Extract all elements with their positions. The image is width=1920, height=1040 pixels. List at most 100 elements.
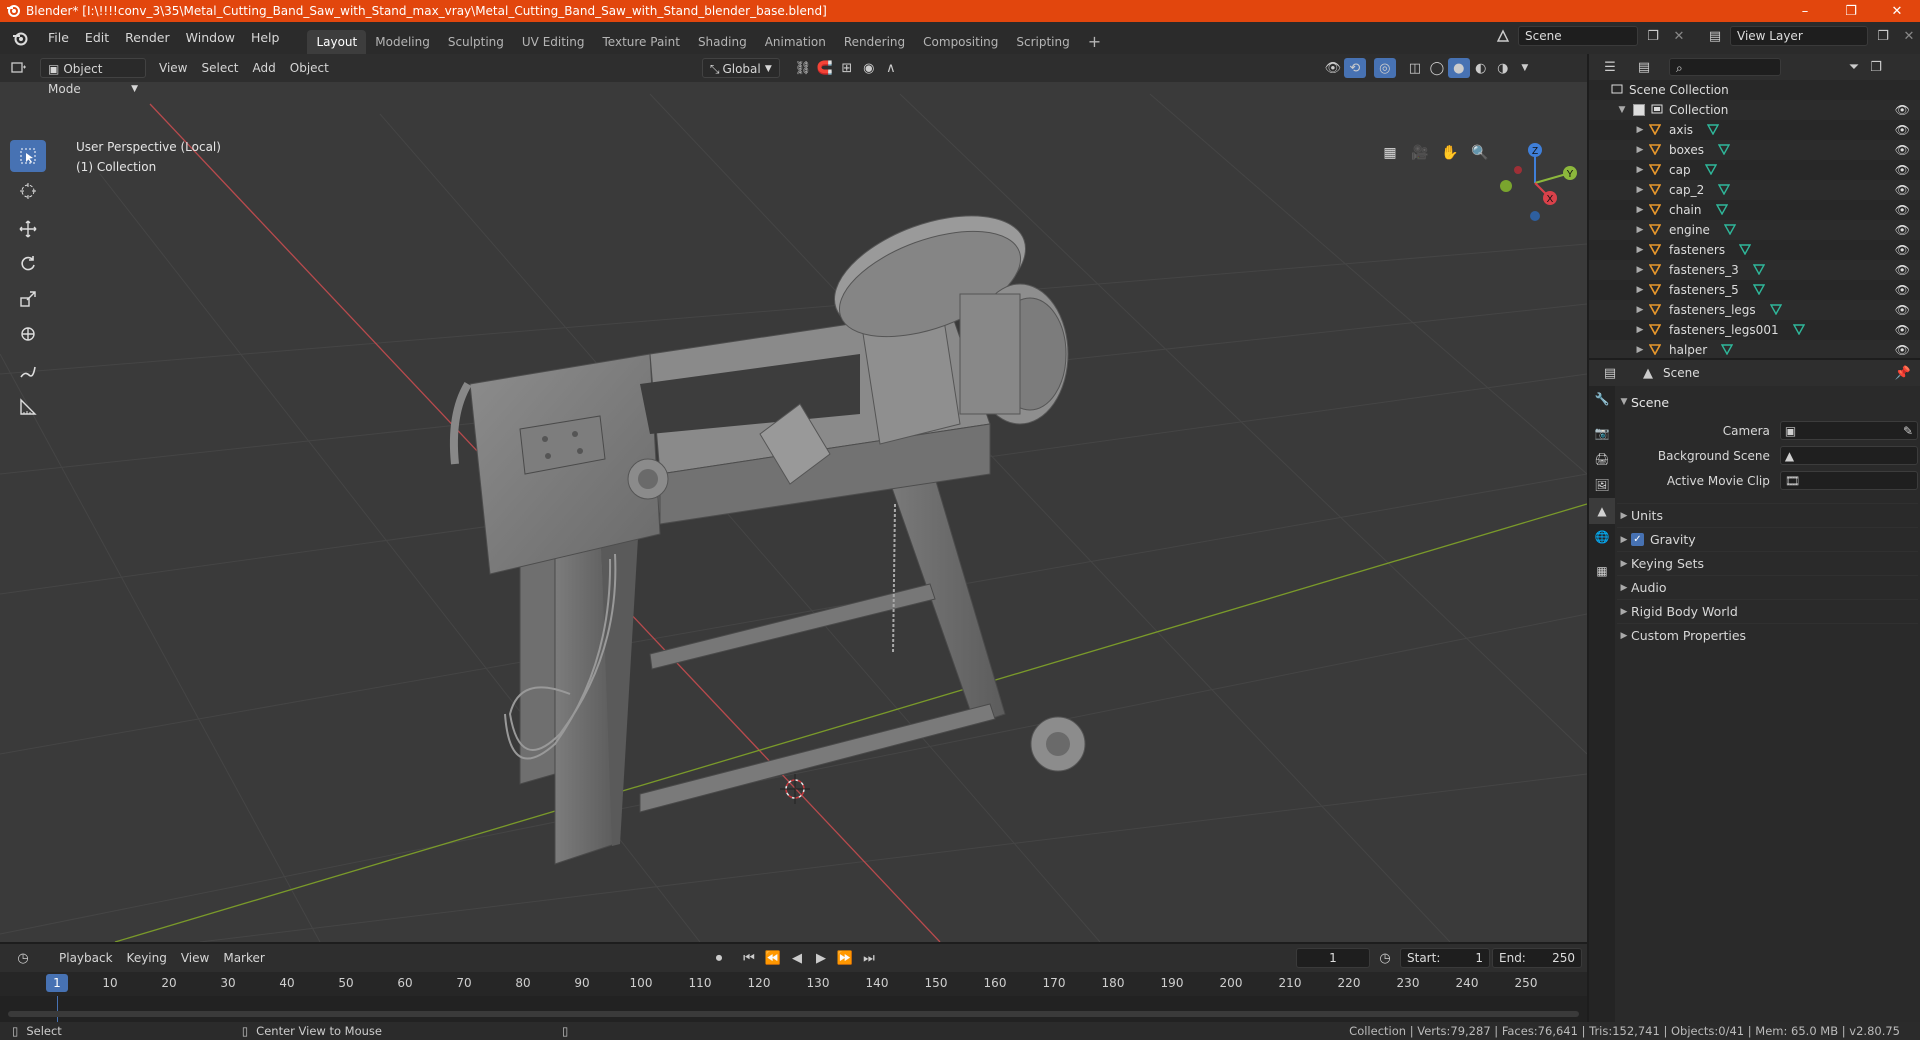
eye-icon[interactable]: 👁 [1895,103,1910,117]
object-mode-dropdown[interactable]: ▣ Object Mode ▼ [40,58,146,96]
gizmo-toggle-icon[interactable]: ⟲ [1343,58,1366,78]
frame-ruler[interactable]: 1 10 20 30 40 50 60 70 80 90 100 110 120… [0,972,1587,996]
scene-selector[interactable]: Scene [1518,26,1638,46]
outliner-object-row[interactable]: ▶ boxes 👁 [1589,140,1920,160]
mesh-data-icon[interactable] [1738,243,1752,258]
wireframe-shading-icon[interactable]: ◯ [1426,58,1448,78]
cursor-tool[interactable] [10,175,46,207]
current-frame-field[interactable]: 1 [1296,948,1370,968]
expand-icon[interactable]: ▶ [1633,205,1647,215]
tab-compositing[interactable]: Compositing [914,30,1007,54]
select-box-tool[interactable] [10,140,46,172]
annotate-tool[interactable] [10,356,46,388]
expand-icon[interactable]: ▶ [1633,125,1647,135]
mesh-data-icon[interactable] [1715,203,1728,218]
delete-scene-icon[interactable]: ✕ [1668,26,1690,46]
outliner-scene-collection[interactable]: Scene Collection [1589,80,1920,100]
expand-icon[interactable]: ▶ [1633,285,1647,295]
new-view-layer-icon[interactable]: ❐ [1872,26,1894,46]
viewport-menu-object[interactable]: Object [283,58,336,78]
view-layer-icon[interactable]: ▤ [1704,26,1726,46]
pin-icon[interactable]: 📌 [1892,363,1914,383]
play-icon[interactable]: ▶ [810,948,832,968]
3d-viewport[interactable]: ▣ Object Mode ▼ View Select Add Object ⤡ Gl… [0,54,1587,942]
tab-texture-paint[interactable]: Texture Paint [594,30,689,54]
texture-tab-icon[interactable]: ▦ [1589,558,1615,584]
viewport-menu-add[interactable]: Add [246,58,283,78]
pivot-point-icon[interactable]: ⛓ [792,58,814,78]
audio-panel[interactable]: ▶ Audio [1617,575,1918,599]
eye-icon[interactable]: 👁 [1895,203,1910,217]
expand-icon[interactable]: ▶ [1633,245,1647,255]
outliner-object-row[interactable]: ▶ fasteners_3 👁 [1589,260,1920,280]
move-tool[interactable] [10,213,46,245]
render-tab-icon[interactable]: 📷 [1589,420,1615,446]
eye-icon[interactable]: 👁 [1895,263,1910,277]
tab-uv-editing[interactable]: UV Editing [513,30,594,54]
start-frame-field[interactable]: Start: 1 [1400,948,1490,968]
timeline-editor-type-icon[interactable]: ◷ [12,948,34,968]
outliner-object-row[interactable]: ▶ fasteners_legs 👁 [1589,300,1920,320]
eye-icon[interactable]: 👁 [1895,183,1910,197]
eye-icon[interactable]: 👁 [1895,123,1910,137]
timeline-scrollbar[interactable] [8,1011,1579,1017]
keying-sets-panel[interactable]: ▶ Keying Sets [1617,551,1918,575]
mesh-data-icon[interactable] [1704,163,1717,178]
eye-icon[interactable]: 👁 [1895,343,1910,357]
zoom-view-icon[interactable]: 🔍 [1468,141,1492,165]
navigation-gizmo[interactable]: Z Y X [1490,138,1580,228]
units-panel[interactable]: ▶ Units [1617,503,1918,527]
expand-icon[interactable]: ▶ [1633,225,1647,235]
minimize-button[interactable]: – [1782,0,1828,22]
scene-icon[interactable] [1492,26,1514,46]
falloff-icon[interactable]: ∧ [880,58,902,78]
transform-tool[interactable] [10,318,46,350]
viewport-scene[interactable] [0,54,1587,942]
mesh-data-icon[interactable] [1718,183,1731,198]
measure-tool[interactable] [10,391,46,423]
mesh-data-icon[interactable] [1769,303,1782,318]
toggle-perspective-icon[interactable]: ▦ [1378,141,1402,165]
eye-icon[interactable]: 👁 [1895,163,1910,177]
timeline-track[interactable] [0,996,1587,1022]
prev-keyframe-icon[interactable]: ⏪ [762,948,784,968]
eyedropper-icon[interactable]: ✎ [1903,424,1913,438]
mesh-data-icon[interactable] [1706,123,1720,138]
outliner-object-row[interactable]: ▶ axis 👁 [1589,120,1920,140]
properties-editor-type-icon[interactable]: ▤ [1599,363,1621,383]
eye-icon[interactable]: 👁 [1895,323,1910,337]
view-layer-tab-icon[interactable]: 🖼 [1589,472,1615,498]
menu-help[interactable]: Help [243,27,288,49]
menu-render[interactable]: Render [117,27,178,49]
play-reverse-icon[interactable]: ◀ [786,948,808,968]
new-scene-icon[interactable]: ❐ [1642,26,1664,46]
output-tab-icon[interactable]: 🖨 [1589,446,1615,472]
tab-animation[interactable]: Animation [756,30,835,54]
viewport-menu-view[interactable]: View [152,58,194,78]
tab-rendering[interactable]: Rendering [835,30,914,54]
mesh-data-icon[interactable] [1717,143,1731,158]
outliner-object-row[interactable]: ▶ cap 👁 [1589,160,1920,180]
timeline-menu-playback[interactable]: Playback [52,948,120,968]
maximize-button[interactable]: ❐ [1828,0,1874,22]
outliner-collection[interactable]: ▼ Collection 👁 [1589,100,1920,120]
delete-view-layer-icon[interactable]: ✕ [1898,26,1920,46]
custom-properties-panel[interactable]: ▶ Custom Properties [1617,623,1918,647]
gravity-panel[interactable]: ▶ ✓ Gravity [1617,527,1918,551]
proportional-edit-icon[interactable]: ◉ [858,58,880,78]
material-shading-icon[interactable]: ◐ [1470,58,1492,78]
expand-icon[interactable]: ▶ [1633,345,1647,355]
rigid-body-world-panel[interactable]: ▶ Rigid Body World [1617,599,1918,623]
expand-icon[interactable]: ▶ [1633,185,1647,195]
display-mode-icon[interactable]: ▤ [1633,57,1655,77]
xray-icon[interactable]: ◫ [1404,58,1426,78]
visibility-icon[interactable]: 👁 [1322,58,1344,78]
expand-icon[interactable]: ▼ [1615,105,1629,115]
expand-icon[interactable]: ▶ [1633,145,1647,155]
outliner-editor-type-icon[interactable]: ☰ [1599,57,1621,77]
rendered-shading-icon[interactable]: ◑ [1492,58,1514,78]
snap-icon[interactable]: 🧲 [814,58,836,78]
eye-icon[interactable]: 👁 [1895,243,1910,257]
timeline-menu-keying[interactable]: Keying [120,948,174,968]
new-collection-icon[interactable]: ❐ [1865,57,1887,77]
